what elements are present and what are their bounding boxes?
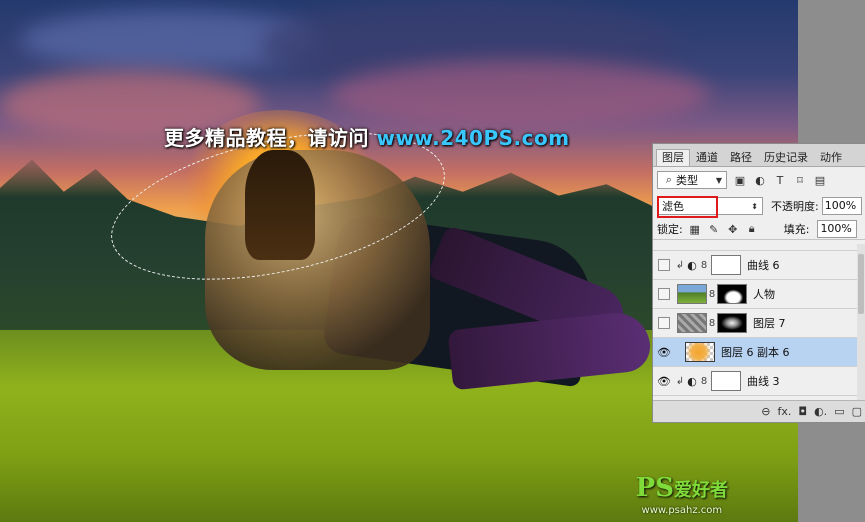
layer-filter-row: ⌕ 类型 ▼ ▣ ◐ T ⌑ ▤ [653, 167, 865, 193]
layer-row[interactable]: 👁︎ ↲ ◐ 8 曲线 3 [653, 367, 865, 396]
adjustment-icon[interactable]: ◐. [814, 405, 827, 418]
link-icon[interactable]: 8 [699, 376, 709, 387]
visibility-toggle[interactable] [653, 280, 675, 308]
clip-arrow-icon: ↲ [675, 259, 685, 271]
layer-name[interactable]: 人物 [753, 286, 775, 302]
chevron-updown-icon: ⬍ [751, 201, 758, 211]
curves-adjustment-icon: ◐ [687, 374, 697, 388]
lock-all-icon[interactable]: 🔒︎ [745, 222, 759, 236]
opacity-label: 不透明度: [771, 200, 819, 213]
hidden-box-icon [658, 317, 670, 329]
layer-name[interactable]: 图层 7 [753, 315, 786, 331]
link-icon[interactable]: 8 [707, 289, 717, 300]
hidden-box-icon [658, 288, 670, 300]
link-icon[interactable]: 8 [707, 318, 717, 329]
logo-mark-text: PS [635, 473, 674, 503]
logo-mark: PS爱好者 [636, 474, 728, 505]
tab-paths[interactable]: 路径 [724, 149, 758, 166]
layer-name[interactable]: 图层 6 副本 6 [721, 344, 790, 360]
layer-row-partial [653, 240, 865, 251]
chevron-down-icon: ▼ [715, 175, 722, 185]
tab-layers[interactable]: 图层 [656, 149, 690, 166]
new-layer-icon[interactable]: ▢ [852, 405, 862, 418]
smart-object-filter-icon[interactable]: ▤ [813, 173, 827, 187]
layer-row-selected[interactable]: 👁︎ 图层 6 副本 6 [653, 338, 865, 367]
filter-value: 类型 [676, 174, 698, 187]
eye-icon[interactable]: 👁︎ [653, 367, 675, 395]
lock-label: 锁定: [657, 223, 683, 236]
layer-mask-thumbnail[interactable] [717, 313, 747, 333]
watermark-text: 更多精品教程，请访问 www.240PS.com [164, 122, 570, 151]
blend-mode-select[interactable]: 滤色 ⬍ [657, 197, 763, 215]
eye-icon[interactable]: 👁︎ [653, 338, 675, 366]
mask-icon[interactable]: ◘ [798, 405, 807, 418]
panel-bottom-bar: ⊖ fx. ◘ ◐. ▭ ▢ [653, 400, 865, 422]
tab-history[interactable]: 历史记录 [758, 149, 814, 166]
visibility-toggle[interactable] [653, 251, 675, 279]
blend-opacity-row: 滤色 ⬍ 不透明度: 100% [653, 193, 865, 219]
layer-row[interactable]: ↲ ◐ 8 曲线 6 [653, 251, 865, 280]
tab-actions[interactable]: 动作 [814, 149, 848, 166]
hidden-box-icon [658, 259, 670, 271]
layer-row[interactable]: 8 人物 [653, 280, 865, 309]
layers-panel: 图层 通道 路径 历史记录 动作 ⌕ 类型 ▼ ▣ ◐ T ⌑ ▤ 滤色 ⬍ 不… [652, 143, 865, 423]
lock-transparent-icon[interactable]: ▦ [688, 222, 702, 236]
panel-tabs: 图层 通道 路径 历史记录 动作 [653, 144, 865, 167]
image-filter-icon[interactable]: ▣ [733, 173, 747, 187]
visibility-toggle[interactable] [653, 309, 675, 337]
search-icon: ⌕ [665, 173, 673, 186]
logo-mark-cn: 爱好者 [674, 480, 728, 501]
link-layers-icon[interactable]: ⊖ [761, 405, 770, 418]
watermark-url: www.240PS.com [376, 126, 570, 150]
watermark-prefix: 更多精品教程，请访问 [164, 126, 369, 150]
layer-row[interactable]: 8 图层 7 [653, 309, 865, 338]
cloud [330, 60, 710, 130]
link-icon[interactable]: 8 [699, 260, 709, 271]
lock-row: 锁定: ▦ ✎ ✥ 🔒︎ 填充: 100% [653, 219, 865, 240]
layer-mask-thumbnail[interactable] [711, 255, 741, 275]
clip-arrow-icon: ↲ [675, 375, 685, 387]
adjustment-filter-icon[interactable]: ◐ [753, 173, 767, 187]
layer-mask-thumbnail[interactable] [711, 371, 741, 391]
fill-label: 填充: [783, 223, 810, 236]
blend-mode-value: 滤色 [662, 200, 684, 213]
shape-filter-icon[interactable]: ⌑ [793, 173, 807, 187]
fill-input[interactable]: 100% [817, 220, 858, 238]
layer-thumbnail[interactable] [677, 313, 707, 333]
layer-thumbnail[interactable] [677, 284, 707, 304]
layer-name[interactable]: 曲线 3 [747, 373, 780, 389]
lock-paint-icon[interactable]: ✎ [707, 222, 721, 236]
fx-icon[interactable]: fx. [777, 405, 791, 418]
logo-site: www.psahz.com [641, 505, 723, 516]
layer-mask-thumbnail[interactable] [717, 284, 747, 304]
tab-channels[interactable]: 通道 [690, 149, 724, 166]
lock-move-icon[interactable]: ✥ [726, 222, 740, 236]
opacity-input[interactable]: 100% [821, 197, 862, 215]
folder-icon[interactable]: ▭ [834, 405, 844, 418]
curves-adjustment-icon: ◐ [687, 258, 697, 272]
layer-list: ↲ ◐ 8 曲线 6 8 人物 8 图层 7 👁︎ 图层 6 副本 6 👁︎ ↲… [653, 240, 865, 396]
site-logo: PS爱好者 www.psahz.com [636, 474, 728, 516]
layer-kind-filter[interactable]: ⌕ 类型 ▼ [657, 171, 727, 189]
scrollbar-thumb[interactable] [858, 254, 864, 314]
layer-thumbnail[interactable] [685, 342, 715, 362]
type-filter-icon[interactable]: T [773, 173, 787, 187]
layer-name[interactable]: 曲线 6 [747, 257, 780, 273]
